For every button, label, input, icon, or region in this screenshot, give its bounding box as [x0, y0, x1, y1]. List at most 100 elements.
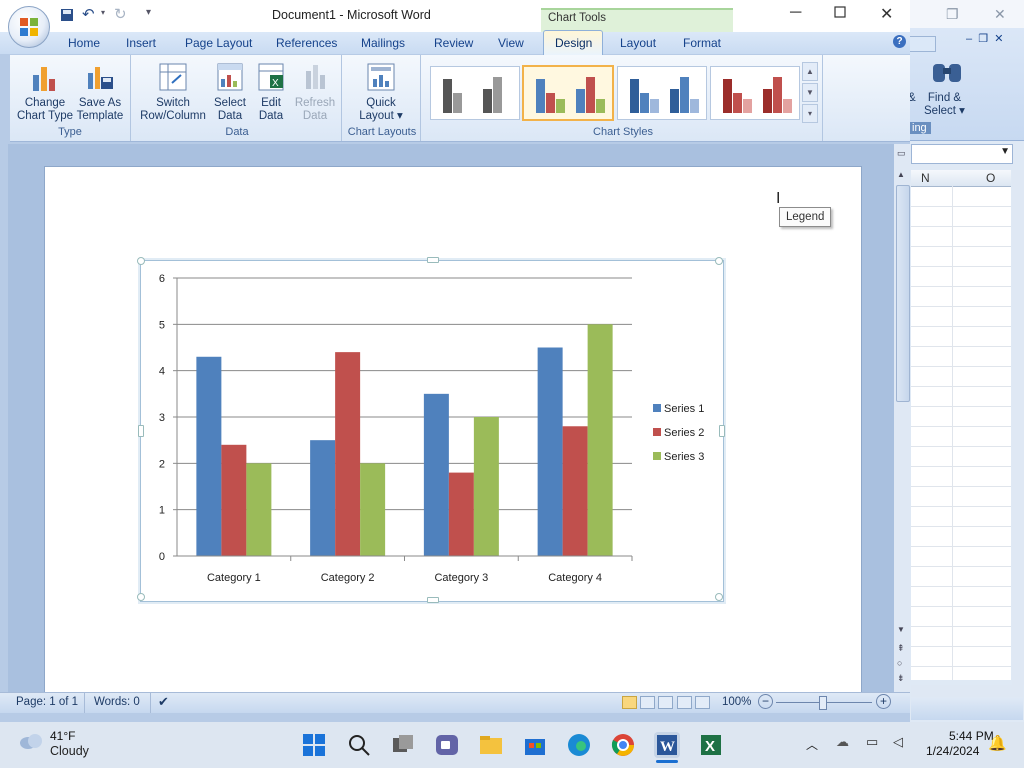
maximize-icon[interactable]	[834, 6, 846, 21]
edit-data-button[interactable]: X Edit Data	[251, 61, 291, 123]
chart-style-1[interactable]	[430, 66, 520, 120]
tab-page-layout[interactable]: Page Layout	[185, 36, 252, 50]
tab-insert[interactable]: Insert	[126, 36, 156, 50]
change-chart-type-button[interactable]: Change Chart Type	[16, 61, 74, 123]
next-page-icon[interactable]: ⇟	[897, 673, 905, 684]
resize-handle[interactable]	[427, 597, 439, 603]
gallery-up-icon[interactable]: ▲	[802, 62, 818, 81]
tab-home[interactable]: Home	[68, 36, 100, 50]
ribbon-group-data: Switch Row/Column Select Data X Edit Dat…	[133, 55, 342, 141]
ruler-toggle-icon[interactable]: ▭	[897, 148, 906, 159]
edge-icon[interactable]	[566, 732, 592, 758]
previous-page-icon[interactable]: ⇞	[897, 643, 905, 654]
volume-icon[interactable]: ◁	[893, 734, 903, 750]
zoom-out-icon[interactable]: −	[758, 694, 773, 709]
chart-style-2[interactable]	[522, 65, 614, 121]
undo-icon[interactable]: ↶	[82, 5, 95, 23]
word-taskbar-icon[interactable]: W	[654, 732, 680, 758]
column-header-o[interactable]: O	[986, 171, 995, 185]
restore-icon[interactable]: ❐	[978, 33, 988, 45]
task-view-icon[interactable]	[390, 732, 416, 758]
zoom-slider-thumb[interactable]	[819, 696, 827, 710]
select-data-button[interactable]: Select Data	[209, 61, 251, 123]
quick-layout-button[interactable]: Quick Layout ▾	[350, 61, 412, 123]
close-icon[interactable]: ✕	[994, 6, 1006, 23]
chart-style-4[interactable]	[710, 66, 800, 120]
customize-qat-icon[interactable]: ▾	[146, 7, 151, 18]
restore-icon[interactable]: ❐	[946, 6, 959, 23]
print-layout-icon[interactable]	[622, 696, 637, 709]
excel-ribbon: – ❐ ✕ Find & Select ▾ & ing	[906, 28, 1024, 141]
zoom-in-icon[interactable]: +	[876, 694, 891, 709]
gallery-more-icon[interactable]: ▾	[802, 104, 818, 123]
scrollbar-thumb[interactable]	[896, 185, 910, 402]
teams-chat-icon[interactable]	[434, 732, 460, 758]
resize-handle[interactable]	[138, 425, 144, 437]
excel-ribbon-fragment-tab[interactable]	[908, 36, 936, 55]
resize-handle[interactable]	[715, 257, 723, 265]
tab-mailings[interactable]: Mailings	[361, 36, 405, 50]
close-icon[interactable]: ✕	[994, 33, 1003, 45]
start-icon[interactable]	[301, 732, 327, 758]
bar	[423, 393, 449, 556]
edit-data-label-1: Edit	[261, 97, 281, 109]
network-icon[interactable]: ▭	[866, 734, 878, 750]
select-browse-object-icon[interactable]: ○	[897, 658, 902, 668]
word-count[interactable]: Words: 0	[94, 696, 140, 708]
resize-handle[interactable]	[715, 593, 723, 601]
chevron-down-icon[interactable]: ▼	[1000, 146, 1010, 157]
tab-design[interactable]: Design	[555, 36, 592, 50]
search-icon[interactable]	[346, 732, 372, 758]
outline-icon[interactable]	[676, 696, 692, 709]
weather-temperature[interactable]: 41°F	[50, 729, 75, 743]
resize-handle[interactable]	[427, 257, 439, 263]
weather-description[interactable]: Cloudy	[50, 744, 89, 758]
page-count[interactable]: Page: 1 of 1	[16, 696, 78, 708]
onedrive-icon[interactable]: ☁	[836, 734, 849, 750]
resize-handle[interactable]	[719, 425, 725, 437]
formula-bar[interactable]: ▼	[911, 144, 1013, 164]
excel-vertical-scrollbar[interactable]	[1012, 170, 1024, 685]
tab-references[interactable]: References	[276, 36, 337, 50]
zoom-level[interactable]: 100%	[722, 696, 751, 708]
excel-taskbar-icon[interactable]: X	[698, 732, 724, 758]
help-icon[interactable]: ?	[893, 35, 906, 48]
tab-layout[interactable]: Layout	[620, 36, 656, 50]
chevron-up-icon[interactable]: ︿	[806, 736, 818, 753]
office-button[interactable]	[8, 6, 50, 48]
undo-dropdown-icon[interactable]: ▾	[101, 8, 105, 17]
column-header-n[interactable]: N	[921, 171, 930, 185]
notification-bell-icon[interactable]: 🔔	[988, 734, 1007, 752]
draft-icon[interactable]	[694, 696, 710, 709]
web-layout-icon[interactable]	[658, 696, 674, 709]
chrome-icon[interactable]	[610, 732, 636, 758]
clock-time[interactable]: 5:44 PM	[949, 729, 994, 743]
clock-date[interactable]: 1/24/2024	[926, 744, 979, 758]
close-icon[interactable]: ✕	[880, 4, 893, 24]
svg-text:X: X	[705, 738, 715, 755]
excel-horizontal-scrollbar[interactable]	[911, 685, 1023, 697]
full-screen-reading-icon[interactable]	[640, 696, 656, 709]
file-explorer-icon[interactable]	[478, 732, 504, 758]
gallery-down-icon[interactable]: ▼	[802, 83, 818, 102]
column-chart[interactable]: 0 1 2 3 4 5 6 Category 1 Category 2 Category 3 Cat…	[141, 261, 723, 601]
scroll-up-icon[interactable]: ▲	[897, 170, 905, 179]
resize-handle[interactable]	[137, 593, 145, 601]
tab-format[interactable]: Format	[683, 36, 721, 50]
microsoft-store-icon[interactable]	[522, 732, 548, 758]
chart-tools-label: Chart Tools	[548, 12, 606, 24]
proofing-icon[interactable]: ✔	[158, 694, 169, 710]
tab-review[interactable]: Review	[434, 36, 473, 50]
resize-handle[interactable]	[137, 257, 145, 265]
switch-row-column-button[interactable]: Switch Row/Column	[137, 61, 209, 123]
find-select-button[interactable]: Find & Select ▾	[924, 92, 965, 118]
scroll-down-icon[interactable]: ▼	[897, 625, 905, 634]
chart-style-3[interactable]	[617, 66, 707, 120]
minimize-icon[interactable]: –	[966, 33, 972, 45]
save-as-template-button[interactable]: Save As Template	[74, 61, 126, 123]
legend-swatch	[653, 428, 661, 436]
chart-container[interactable]: 0 1 2 3 4 5 6 Category 1 Category 2 Category 3 Cat…	[137, 257, 725, 603]
save-icon[interactable]	[60, 8, 74, 25]
tab-view[interactable]: View	[498, 36, 524, 50]
minimize-icon[interactable]: ─	[790, 4, 801, 22]
